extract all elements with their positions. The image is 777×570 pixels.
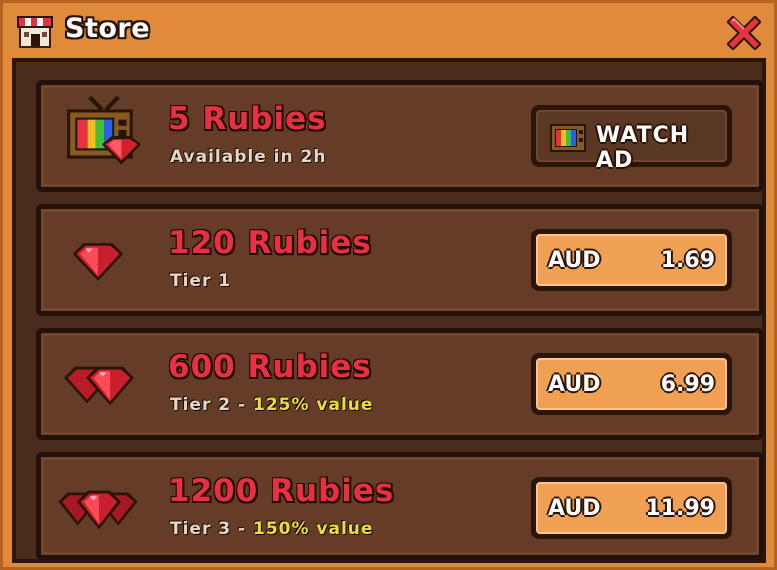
- offer-row-tier-2: 600 Rubies Tier 2 - 125% value AUD 6.99: [36, 328, 764, 440]
- tv-icon: [550, 124, 586, 152]
- title-bar: Store: [3, 3, 774, 59]
- store-window: Store 5 Rubies Available in 2h WATCH AD …: [0, 0, 777, 570]
- close-icon[interactable]: [723, 12, 765, 54]
- buy-button-face: AUD 11.99: [536, 482, 727, 534]
- offer-subtitle-text: Tier 2 -: [170, 395, 253, 415]
- watch-ad-button[interactable]: WATCH AD: [531, 105, 732, 173]
- offers-panel: 5 Rubies Available in 2h WATCH AD 120 Ru…: [12, 58, 766, 563]
- offer-subtitle: Tier 2 - 125% value: [170, 395, 373, 415]
- offer-row-tier-1: 120 Rubies Tier 1 AUD 1.69: [36, 204, 764, 316]
- offer-subtitle-text: Available in 2h: [170, 147, 327, 167]
- currency-label: AUD: [548, 372, 601, 397]
- buy-button-face: AUD 6.99: [536, 358, 727, 410]
- offer-subtitle-text: Tier 1: [170, 271, 232, 291]
- price-label: 6.99: [660, 372, 715, 397]
- tv-ruby-icon: [67, 95, 141, 165]
- offer-value-highlight: 150% value: [252, 519, 374, 539]
- watch-ad-button-face: WATCH AD: [536, 110, 727, 173]
- offer-subtitle: Tier 3 - 150% value: [170, 519, 373, 539]
- offer-value-highlight: 125% value: [252, 395, 374, 415]
- window-title: Store: [65, 13, 151, 44]
- offer-subtitle-text: Tier 3 -: [170, 519, 253, 539]
- price-label: 1.69: [660, 248, 715, 273]
- buy-button-face: AUD 1.69: [536, 234, 727, 286]
- offer-title: 5 Rubies: [168, 101, 327, 137]
- buy-button[interactable]: AUD 6.99: [531, 353, 732, 415]
- currency-label: AUD: [548, 248, 601, 273]
- offer-row-tier-3: 1200 Rubies Tier 3 - 150% value AUD 11.9…: [36, 452, 764, 560]
- currency-label: AUD: [548, 496, 601, 521]
- price-label: 11.99: [645, 496, 715, 521]
- offer-subtitle: Available in 2h: [170, 147, 326, 167]
- ruby-single-icon: [72, 243, 124, 281]
- offer-title: 120 Rubies: [168, 225, 372, 261]
- watch-ad-label: WATCH AD: [596, 123, 690, 173]
- offer-title: 600 Rubies: [168, 349, 372, 385]
- offer-row-watch-ad: 5 Rubies Available in 2h WATCH AD: [36, 80, 764, 192]
- ruby-triple-icon: [58, 490, 138, 530]
- ruby-double-icon: [64, 366, 134, 406]
- buy-button[interactable]: AUD 11.99: [531, 477, 732, 539]
- offer-title: 1200 Rubies: [168, 473, 395, 509]
- buy-button[interactable]: AUD 1.69: [531, 229, 732, 291]
- store-icon: [17, 16, 53, 48]
- offer-subtitle: Tier 1: [170, 271, 231, 291]
